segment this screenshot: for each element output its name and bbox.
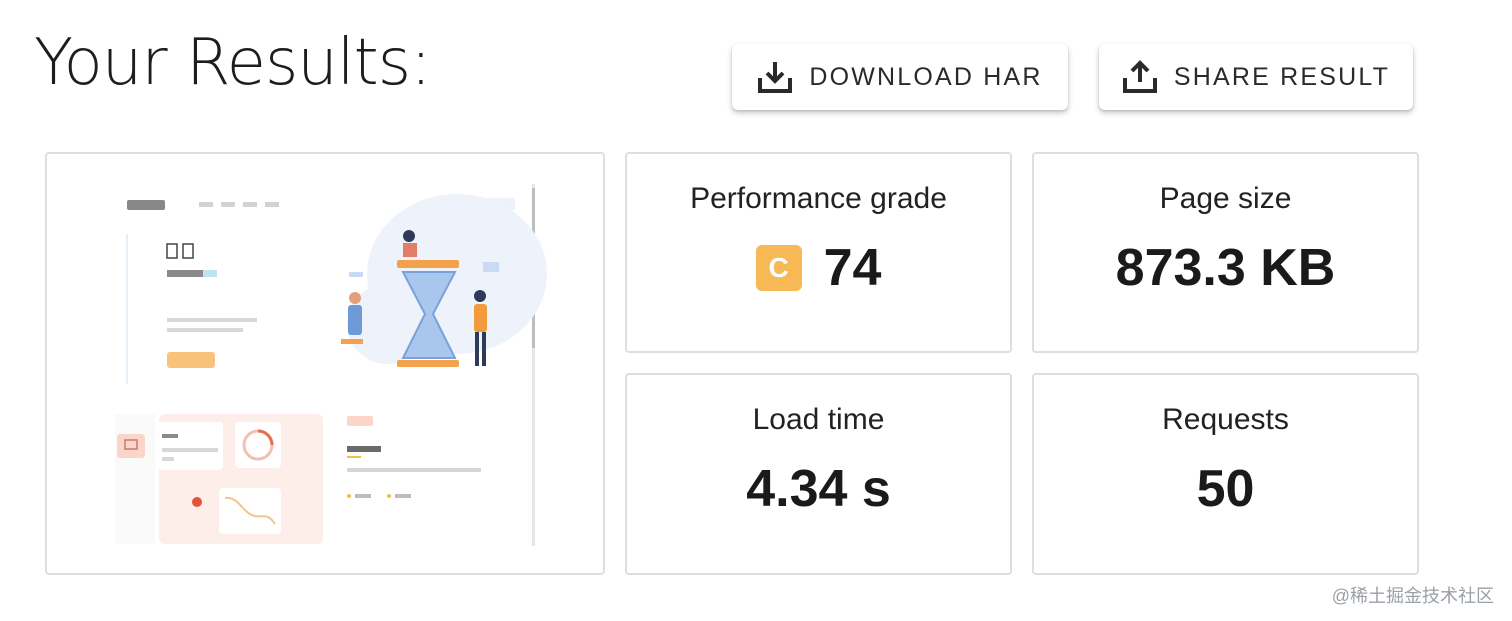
page-size-value: 873.3 KB (1115, 239, 1336, 297)
load-time-card: Load time 4.34 s (625, 373, 1012, 575)
grade-badge: C (755, 245, 802, 291)
requests-value: 50 (1196, 460, 1255, 518)
share-result-label: SHARE RESULT (1173, 62, 1391, 91)
page-title: Your Results: (34, 26, 432, 100)
page-size-label: Page size (1159, 182, 1292, 215)
performance-grade-row: C 74 (627, 238, 1010, 298)
load-time-label: Load time (752, 403, 885, 436)
upload-icon (1122, 60, 1158, 94)
page-size-card: Page size 873.3 KB (1032, 152, 1419, 353)
download-har-label: DOWNLOAD HAR (809, 62, 1043, 91)
page-screenshot-thumbnail (45, 152, 605, 575)
load-time-value: 4.34 s (746, 460, 891, 518)
download-har-button[interactable]: DOWNLOAD HAR (732, 44, 1068, 110)
performance-score: 74 (823, 239, 882, 297)
website-preview-image (115, 184, 547, 546)
requests-card: Requests 50 (1032, 373, 1419, 575)
share-result-button[interactable]: SHARE RESULT (1099, 44, 1413, 110)
watermark: @稀土掘金技术社区 (1331, 586, 1494, 606)
requests-label: Requests (1162, 403, 1289, 436)
performance-grade-card: Performance grade C 74 (625, 152, 1012, 353)
download-icon (757, 60, 793, 94)
performance-grade-label: Performance grade (690, 182, 947, 215)
